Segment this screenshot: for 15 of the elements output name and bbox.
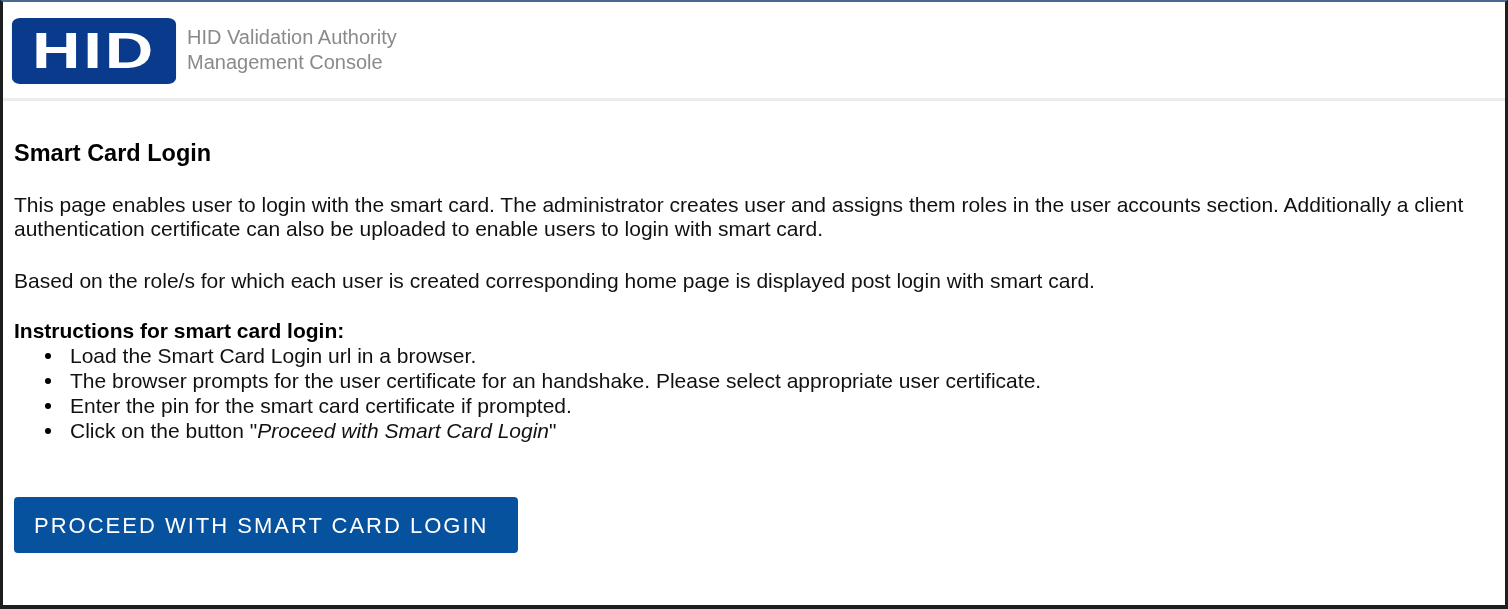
proceed-button[interactable]: PROCEED WITH SMART CARD LOGIN — [14, 497, 518, 553]
bullet-icon — [45, 377, 51, 384]
logo: HID — [11, 18, 177, 84]
page-heading: Smart Card Login — [14, 139, 213, 167]
description-paragraph: This page enables user to login with the smart card. The administrator creates user and assigns them roles in the user accounts section. Additionally a client authentication certificate can also be uploaded to enable users to login with smart card. — [14, 193, 1465, 241]
instructions-heading: Instructions for smart card login: — [14, 319, 346, 343]
bullet-icon — [45, 427, 51, 434]
instruction-item: The browser prompts for the user certificate for an handshake. Please select appropriate user certificate. — [70, 368, 1042, 393]
instruction-item: Enter the pin for the smart card certificate if prompted. — [70, 393, 572, 418]
description-paragraph: Based on the role/s for which each user is created corresponding home page is displayed post login with smart card. — [14, 269, 1096, 293]
instruction-item: Load the Smart Card Login url in a browser. — [70, 343, 477, 368]
app-title: HID Validation Authority Management Console — [187, 25, 398, 75]
bullet-icon — [45, 402, 51, 409]
instruction-item: Click on the button "Proceed with Smart Card Login" — [70, 418, 557, 443]
bullet-icon — [45, 352, 51, 359]
